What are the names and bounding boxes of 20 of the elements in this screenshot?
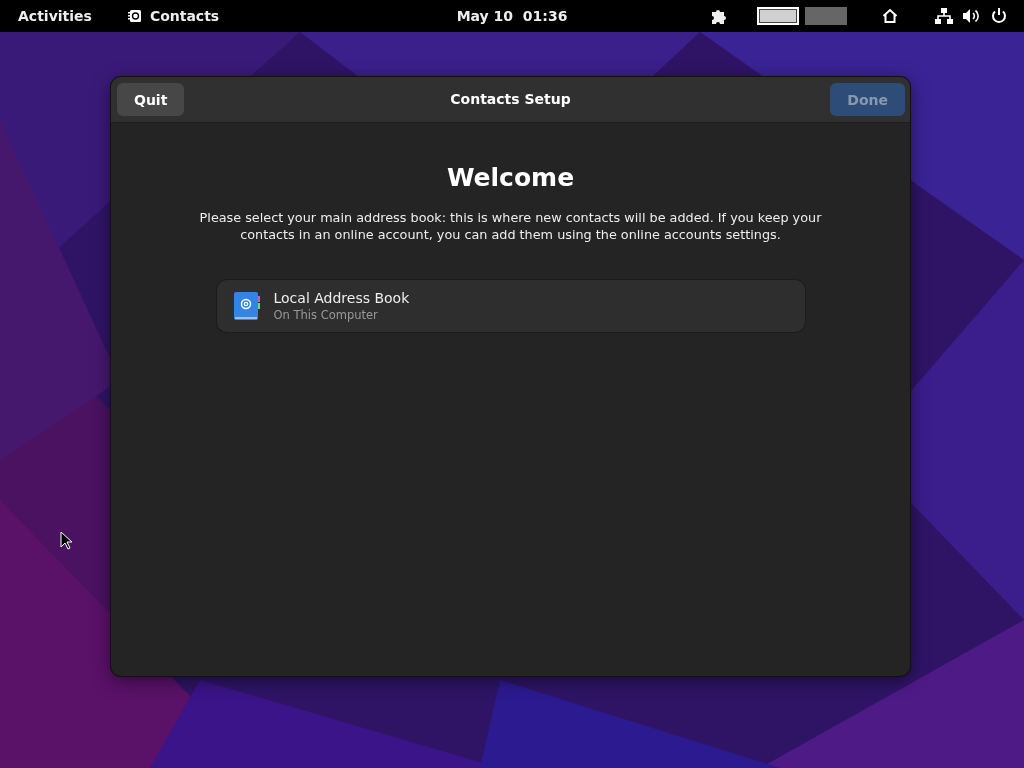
clock[interactable]: May 10 01:36 (456, 8, 568, 24)
home-icon[interactable] (881, 7, 899, 25)
volume-icon[interactable] (962, 7, 980, 25)
welcome-heading: Welcome (446, 163, 575, 192)
address-book-location: On This Computer (273, 308, 379, 322)
workspace-thumbnail[interactable] (805, 7, 847, 25)
address-book-name: Local Address Book (273, 290, 410, 306)
address-book-icon (127, 9, 142, 23)
window-title: Contacts Setup (450, 91, 571, 107)
network-icon[interactable] (935, 7, 953, 25)
puzzle-piece-icon[interactable] (710, 7, 728, 25)
description-text: Please select your main address book: this is where new contacts will be added. If you keep your contacts in an online account, you can add them using the online accounts settings. (198, 209, 823, 243)
activities-button[interactable]: Activities (0, 8, 110, 24)
app-menu[interactable]: Contacts (109, 8, 238, 24)
workspace-thumbnail[interactable] (757, 7, 799, 25)
address-book-icon (233, 291, 260, 321)
power-icon[interactable] (990, 7, 1008, 25)
address-book-row[interactable]: Local Address Book On This Computer (216, 280, 805, 332)
mouse-pointer-icon (60, 531, 72, 550)
quit-button[interactable]: Quit (117, 83, 185, 116)
